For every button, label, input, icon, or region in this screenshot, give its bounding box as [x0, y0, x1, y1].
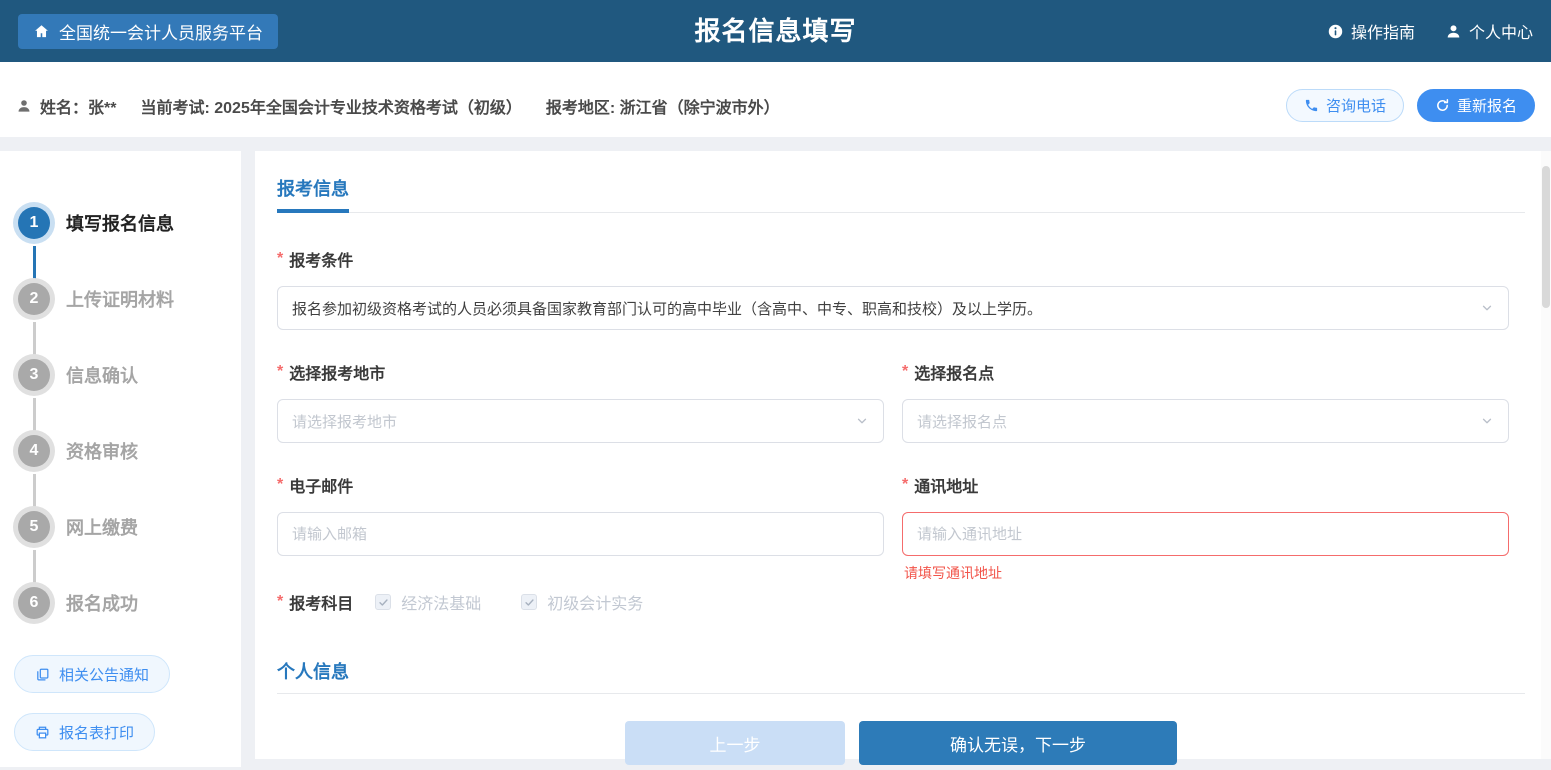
site-select[interactable]: 请选择报名点	[902, 399, 1509, 443]
address-error-message: 请填写通讯地址	[904, 563, 1002, 583]
phone-icon	[1304, 98, 1319, 113]
condition-value: 报名参加初级资格考试的人员必须具备国家教育部门认可的高中毕业（含高中、中专、职高…	[292, 298, 1480, 319]
step-3-label: 信息确认	[66, 362, 138, 388]
email-label: * 电子邮件	[277, 473, 884, 497]
exam-region: 报考地区: 浙江省（除宁波市外）	[546, 94, 780, 118]
user-info: 姓名：张** 当前考试: 2025年全国会计专业技术资格考试（初级） 报考地区:…	[16, 94, 780, 118]
step-5-number: 5	[18, 511, 50, 543]
consult-phone-label: 咨询电话	[1326, 95, 1386, 116]
home-icon	[33, 23, 50, 40]
top-header: 全国统一会计人员服务平台 报名信息填写 操作指南 个人中心	[0, 0, 1551, 62]
chevron-down-icon	[1480, 301, 1494, 315]
consult-phone-button[interactable]: 咨询电话	[1286, 89, 1404, 122]
header-right-links: 操作指南 个人中心	[1327, 19, 1533, 43]
content-area: 1 填写报名信息 2 上传证明材料 3 信息确认 4 资格审核 5 网上缴费	[0, 151, 1551, 767]
section-exam-title: 报考信息	[277, 175, 349, 213]
page-title: 报名信息填写	[694, 11, 856, 48]
step-2-upload-materials: 2 上传证明材料	[0, 261, 241, 337]
step-3-number: 3	[18, 359, 50, 391]
person-icon	[1445, 23, 1462, 40]
steps-sidebar: 1 填写报名信息 2 上传证明材料 3 信息确认 4 资格审核 5 网上缴费	[0, 151, 241, 767]
restart-registration-label: 重新报名	[1457, 95, 1517, 116]
address-input[interactable]	[902, 512, 1509, 556]
step-2-number: 2	[18, 283, 50, 315]
personal-center-link[interactable]: 个人中心	[1445, 19, 1533, 43]
guide-label: 操作指南	[1351, 19, 1415, 43]
document-icon	[35, 667, 50, 682]
step-4-number: 4	[18, 435, 50, 467]
site-field: * 选择报名点 请选择报名点	[902, 330, 1509, 443]
notice-button[interactable]: 相关公告通知	[14, 655, 170, 693]
subject-checkbox-economic-law[interactable]: 经济法基础	[375, 590, 481, 614]
subject-checkbox-accounting-practice[interactable]: 初级会计实务	[521, 590, 643, 614]
step-4-qualification-review: 4 资格审核	[0, 413, 241, 489]
site-placeholder: 请选择报名点	[917, 411, 1480, 432]
step-6-success: 6 报名成功	[0, 565, 241, 641]
section-personal-info: 个人信息	[277, 658, 1525, 694]
subject-label: 初级会计实务	[547, 590, 643, 614]
platform-name: 全国统一会计人员服务平台	[59, 19, 263, 44]
confirm-next-step-button[interactable]: 确认无误，下一步	[859, 721, 1177, 765]
condition-label: * 报考条件	[277, 247, 1525, 271]
address-label: * 通讯地址	[902, 473, 1509, 497]
city-select[interactable]: 请选择报考地市	[277, 399, 884, 443]
refresh-icon	[1435, 98, 1450, 113]
chevron-down-icon	[855, 414, 869, 428]
user-name: 姓名：张**	[40, 94, 116, 118]
guide-link[interactable]: 操作指南	[1327, 19, 1415, 43]
step-list: 1 填写报名信息 2 上传证明材料 3 信息确认 4 资格审核 5 网上缴费	[0, 185, 241, 641]
checkbox-checked-icon	[375, 594, 391, 610]
site-label: * 选择报名点	[902, 360, 1509, 384]
step-3-confirm-info: 3 信息确认	[0, 337, 241, 413]
info-icon	[1327, 23, 1344, 40]
email-field: * 电子邮件	[277, 443, 884, 556]
subjects-row: * 报考科目 经济法基础 初级会计实务	[277, 590, 1525, 614]
subjects-label: * 报考科目	[277, 590, 353, 614]
step-6-label: 报名成功	[66, 590, 138, 616]
personal-center-label: 个人中心	[1469, 19, 1533, 43]
notice-button-label: 相关公告通知	[59, 664, 149, 685]
prev-step-button[interactable]: 上一步	[625, 721, 845, 765]
checkbox-checked-icon	[521, 594, 537, 610]
city-field: * 选择报考地市 请选择报考地市	[277, 330, 884, 443]
step-1-number: 1	[18, 207, 50, 239]
city-placeholder: 请选择报考地市	[292, 411, 855, 432]
condition-select[interactable]: 报名参加初级资格考试的人员必须具备国家教育部门认可的高中毕业（含高中、中专、职高…	[277, 286, 1509, 330]
step-1-fill-info: 1 填写报名信息	[0, 185, 241, 261]
print-form-label: 报名表打印	[59, 722, 134, 743]
step-5-label: 网上缴费	[66, 514, 138, 540]
user-icon	[16, 98, 32, 114]
step-5-online-payment: 5 网上缴费	[0, 489, 241, 565]
printer-icon	[35, 725, 50, 740]
print-form-button[interactable]: 报名表打印	[14, 713, 155, 751]
address-field: * 通讯地址 请填写通讯地址	[902, 443, 1509, 556]
section-personal-title: 个人信息	[277, 658, 349, 693]
page: 全国统一会计人员服务平台 报名信息填写 操作指南 个人中心 姓名：张*	[0, 0, 1551, 770]
step-1-label: 填写报名信息	[66, 210, 174, 236]
email-input[interactable]	[277, 512, 884, 556]
form-footer: 上一步 确认无误，下一步	[277, 721, 1525, 765]
section-exam-info: 报考信息	[277, 175, 1525, 213]
subject-label: 经济法基础	[401, 590, 481, 614]
registration-form: 报考信息 * 报考条件 报名参加初级资格考试的人员必须具备国家教育部门认可的高中…	[255, 151, 1551, 759]
city-label: * 选择报考地市	[277, 360, 884, 384]
user-info-bar: 姓名：张** 当前考试: 2025年全国会计专业技术资格考试（初级） 报考地区:…	[0, 62, 1551, 137]
scrollbar-track[interactable]	[1541, 151, 1551, 759]
step-4-label: 资格审核	[66, 438, 138, 464]
restart-registration-button[interactable]: 重新报名	[1417, 89, 1535, 122]
scrollbar-thumb[interactable]	[1542, 166, 1550, 308]
current-exam: 当前考试: 2025年全国会计专业技术资格考试（初级）	[140, 94, 521, 118]
step-2-label: 上传证明材料	[66, 286, 174, 312]
home-platform-button[interactable]: 全国统一会计人员服务平台	[18, 14, 278, 49]
chevron-down-icon	[1480, 414, 1494, 428]
step-6-number: 6	[18, 587, 50, 619]
